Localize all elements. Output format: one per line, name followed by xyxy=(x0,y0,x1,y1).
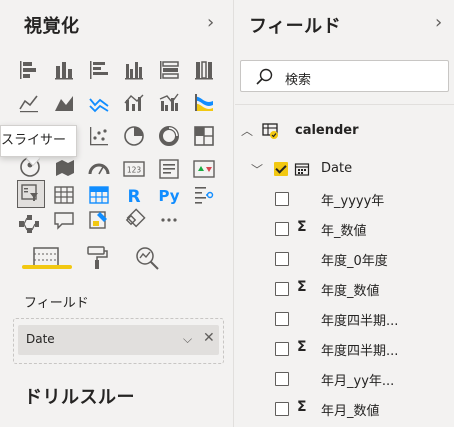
fields-tab-active-indicator xyxy=(22,265,72,269)
collapse-visualizations-chevron-icon[interactable]: › xyxy=(207,12,214,33)
field-checkbox[interactable] xyxy=(275,252,289,266)
100-stacked-column-chart-icon[interactable] xyxy=(192,58,216,82)
field-checkbox[interactable] xyxy=(275,282,289,296)
field-checkbox[interactable] xyxy=(275,312,289,326)
multi-row-card-icon[interactable] xyxy=(157,157,181,181)
field-label: 年月_数値 xyxy=(321,404,380,419)
analytics-magnifier-icon[interactable] xyxy=(133,244,161,272)
pie-chart-icon[interactable] xyxy=(122,124,146,148)
field-checkbox[interactable] xyxy=(275,402,289,416)
field-label: 年度四半期... xyxy=(321,314,399,329)
collapse-date-chevron-icon[interactable]: ﹀ xyxy=(251,161,263,178)
stacked-bar-chart-icon[interactable] xyxy=(17,58,41,82)
field-row[interactable]: 年度_0年度 xyxy=(235,247,454,271)
ribbon-chart-icon[interactable] xyxy=(192,91,216,115)
100-stacked-bar-chart-icon[interactable] xyxy=(157,58,181,82)
remove-field-close-icon[interactable]: ✕ xyxy=(203,330,215,346)
kpi-icon[interactable] xyxy=(192,157,216,181)
search-placeholder: 検索 xyxy=(285,73,312,88)
line-and-clustered-column-chart-icon[interactable] xyxy=(157,91,181,115)
date-checkbox[interactable] xyxy=(274,162,288,176)
more-visuals-icon[interactable] xyxy=(157,208,181,232)
drillthrough-title: ドリルスルー xyxy=(24,387,135,408)
paginated-report-icon[interactable] xyxy=(122,208,146,232)
field-row[interactable]: 年_yyyy年 xyxy=(235,187,454,211)
table-name: calender xyxy=(295,123,359,138)
field-row[interactable]: Σ 年_数値 xyxy=(235,217,454,241)
collapse-fields-chevron-icon[interactable]: › xyxy=(435,12,442,33)
fields-title: フィールド xyxy=(249,16,342,37)
field-row[interactable]: 年度四半期... xyxy=(235,307,454,331)
card-icon[interactable]: 123 xyxy=(122,157,146,181)
python-visual-icon[interactable]: Py xyxy=(157,183,181,207)
field-chip-date[interactable]: Date ⌵ ✕ xyxy=(18,325,219,355)
date-label: Date xyxy=(321,161,353,176)
field-row[interactable]: Σ 年度_数値 xyxy=(235,277,454,301)
field-checkbox[interactable] xyxy=(275,342,289,356)
clustered-column-chart-icon[interactable] xyxy=(122,58,146,82)
area-chart-icon[interactable] xyxy=(52,91,76,115)
fields-section-label: フィールド xyxy=(24,296,89,311)
format-paint-roller-icon[interactable] xyxy=(84,244,112,272)
fields-search-input[interactable]: 検索 xyxy=(240,60,449,92)
field-checkbox[interactable] xyxy=(275,222,289,236)
svg-text:123: 123 xyxy=(127,166,142,175)
svg-text:Py: Py xyxy=(158,187,179,205)
field-checkbox[interactable] xyxy=(275,372,289,386)
line-chart-icon[interactable] xyxy=(17,91,41,115)
chevron-down-icon[interactable]: ⌵ xyxy=(183,332,192,347)
field-node-date[interactable]: ﹀ Date xyxy=(235,157,454,181)
stacked-column-chart-icon[interactable] xyxy=(52,58,76,82)
line-and-column-chart-icon[interactable] xyxy=(122,91,146,115)
collapse-table-chevron-icon[interactable]: ︿ xyxy=(241,122,253,139)
field-row[interactable]: 年月_yy年... xyxy=(235,367,454,391)
field-label: 年度四半期... xyxy=(321,344,399,359)
tree-divider xyxy=(235,104,454,105)
table-icon xyxy=(262,122,280,140)
matrix-icon[interactable] xyxy=(87,183,111,207)
smart-narrative-icon[interactable] xyxy=(87,208,111,232)
treemap-icon[interactable] xyxy=(192,124,216,148)
slicer-icon[interactable] xyxy=(17,180,45,208)
gauge-icon[interactable] xyxy=(87,157,111,181)
sigma-icon: Σ xyxy=(297,219,307,235)
key-influencers-icon[interactable] xyxy=(192,183,216,207)
field-label: 年度_数値 xyxy=(321,284,380,299)
stacked-area-chart-icon[interactable] xyxy=(87,91,111,115)
r-visual-icon[interactable]: R xyxy=(122,183,146,207)
field-label: 年_数値 xyxy=(321,224,367,239)
sigma-icon: Σ xyxy=(297,279,307,295)
field-row[interactable]: Σ 年月_数値 xyxy=(235,397,454,421)
field-checkbox[interactable] xyxy=(275,192,289,206)
decomposition-tree-icon[interactable] xyxy=(17,212,41,236)
field-label: 年_yyyy年 xyxy=(321,194,385,209)
field-well[interactable]: Date ⌵ ✕ xyxy=(13,318,224,364)
search-icon xyxy=(256,68,273,85)
field-label: 年月_yy年... xyxy=(321,374,395,389)
visualizations-title: 視覚化 xyxy=(24,16,80,37)
sigma-icon: Σ xyxy=(297,399,307,415)
slicer-tooltip: スライサー xyxy=(0,125,78,157)
qa-icon[interactable] xyxy=(52,208,76,232)
sigma-icon: Σ xyxy=(297,339,307,355)
calendar-hierarchy-icon xyxy=(294,161,310,177)
table-icon[interactable] xyxy=(52,183,76,207)
donut-chart-icon[interactable] xyxy=(157,124,181,148)
field-label: 年度_0年度 xyxy=(321,254,388,269)
clustered-bar-chart-icon[interactable] xyxy=(87,58,111,82)
svg-text:R: R xyxy=(127,187,140,207)
filled-map-icon[interactable] xyxy=(53,155,77,179)
scatter-chart-icon[interactable] xyxy=(87,124,111,148)
field-chip-label: Date xyxy=(26,332,55,346)
field-row[interactable]: Σ 年度四半期... xyxy=(235,337,454,361)
table-node-calender[interactable]: ︿ calender xyxy=(235,119,454,143)
